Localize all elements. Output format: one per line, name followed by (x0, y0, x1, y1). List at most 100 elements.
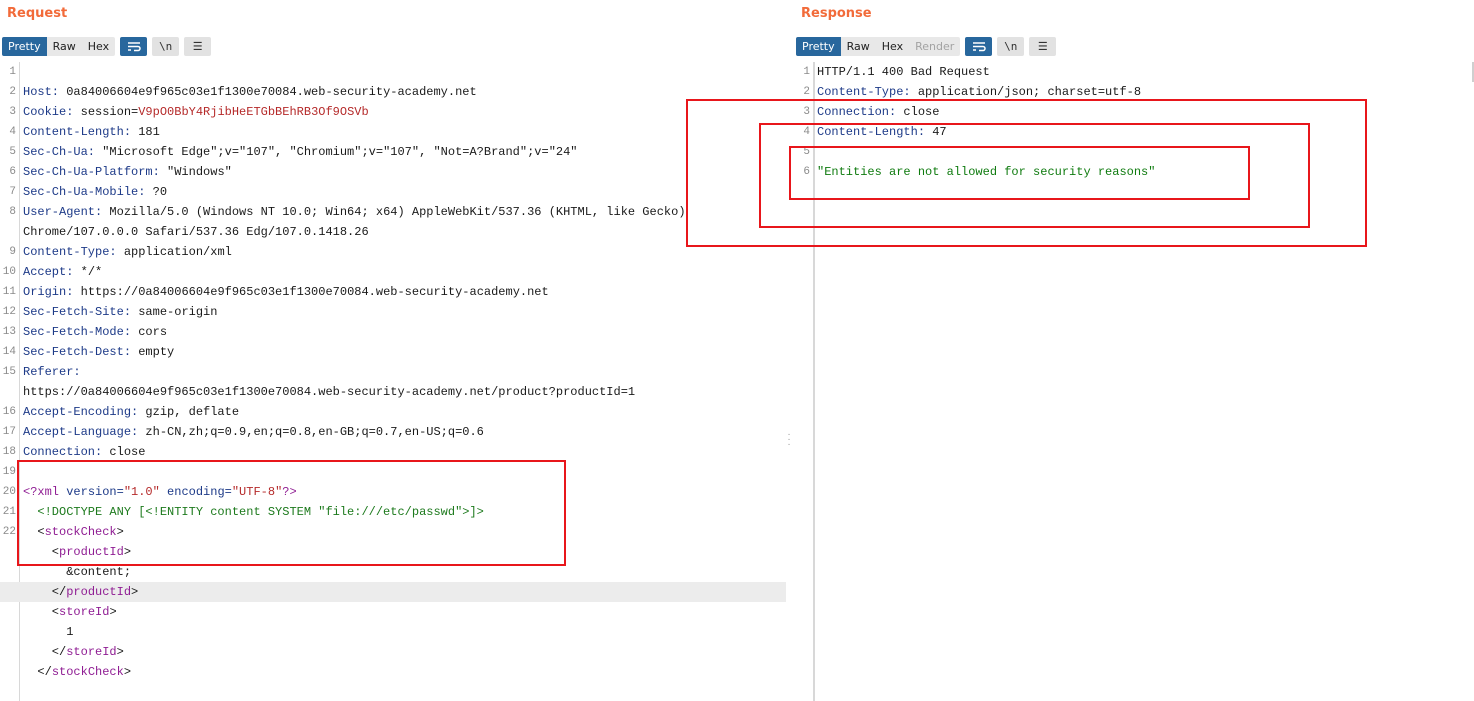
response-line: 3 Connection: close (794, 102, 1474, 122)
header-key: Sec-Ch-Ua-Platform: (23, 165, 160, 179)
line-number: 12 (2, 306, 16, 318)
request-editor[interactable]: 1 2 Host: 0a84006604e9f965c03e1f1300e70084… (0, 62, 786, 701)
xml-indent: < (23, 605, 60, 619)
header-value: close (102, 445, 146, 459)
request-line-text: Accept: */* (23, 262, 102, 282)
line-number: 19 (2, 466, 16, 478)
request-line: 8 User-Agent: Mozilla/5.0 (Windows NT 10.… (0, 202, 786, 222)
header-key: Sec-Ch-Ua: (23, 145, 96, 159)
request-line: </stockCheck> (0, 662, 786, 682)
header-value: session= (73, 105, 139, 119)
response-tab-hex[interactable]: Hex (876, 37, 909, 56)
line-number: 21 (2, 506, 16, 518)
header-key: Content-Length: (817, 125, 926, 139)
response-lines: 1 HTTP/1.1 400 Bad Request 2 Content-Type: … (794, 62, 1474, 182)
header-value: https://0a84006604e9f965c03e1f1300e70084… (73, 285, 549, 299)
request-line-text: Sec-Ch-Ua-Platform: "Windows" (23, 162, 232, 182)
request-line: 17 Accept-Language: zh-CN,zh;q=0.9,en;q=0… (0, 422, 786, 442)
header-key: Cookie: (23, 105, 74, 119)
line-number: 2 (9, 86, 16, 98)
request-line-text: </storeId> (23, 642, 124, 662)
line-number: 6 (9, 166, 16, 178)
line-number: 14 (2, 346, 16, 358)
header-key: Content-Type: (23, 245, 117, 259)
line-number: 18 (2, 446, 16, 458)
request-line: &content; (0, 562, 786, 582)
xml-tag-name: stockCheck (44, 525, 117, 539)
request-toolbar: Pretty Raw Hex \n ☰ (2, 36, 212, 56)
header-key: User-Agent: (23, 205, 103, 219)
xml-indent: </ (23, 585, 67, 599)
menu-icon[interactable]: ☰ (1029, 36, 1057, 56)
request-line: 10 Accept: */* (0, 262, 786, 282)
header-value: empty (131, 345, 175, 359)
header-key: Accept-Language: (23, 425, 139, 439)
header-key: Sec-Fetch-Dest: (23, 345, 132, 359)
header-value: application/xml (116, 245, 232, 259)
request-line: 18 Connection: close (0, 442, 786, 462)
xml-decl-open: <?xml (23, 485, 60, 499)
request-title: Request (7, 6, 68, 21)
header-key: Referer: (23, 365, 81, 379)
line-number: 1 (803, 66, 810, 78)
request-tab-raw[interactable]: Raw (47, 37, 82, 56)
newline-toggle-icon[interactable]: \n (152, 36, 180, 56)
newline-toggle-icon[interactable]: \n (997, 36, 1025, 56)
header-value: "Windows" (159, 165, 232, 179)
header-value: https://0a84006604e9f965c03e1f1300e70084… (23, 385, 636, 399)
xml-decl-close: ?> (282, 485, 297, 499)
response-line: 2 Content-Type: application/json; charset… (794, 82, 1474, 102)
request-line: 3 Cookie: session=V9pO0BbY4RjibHeETGbBEhR… (0, 102, 786, 122)
request-line: </productId> (0, 582, 786, 602)
request-line-text: https://0a84006604e9f965c03e1f1300e70084… (23, 382, 635, 402)
request-line-text: </stockCheck> (23, 662, 131, 682)
line-number: 10 (2, 266, 16, 278)
xml-doctype: <!DOCTYPE ANY [<!ENTITY content SYSTEM "… (23, 505, 484, 519)
request-line-text: <!DOCTYPE ANY [<!ENTITY content SYSTEM "… (23, 502, 484, 522)
xml-indent: </ (23, 645, 67, 659)
request-tab-pretty[interactable]: Pretty (2, 36, 47, 56)
xml-tag-name: storeId (59, 605, 110, 619)
pane-resize-handle[interactable]: · · · (786, 430, 792, 450)
request-lines: 1 2 Host: 0a84006604e9f965c03e1f1300e70084… (0, 62, 786, 682)
request-line-text: Sec-Fetch-Dest: empty (23, 342, 174, 362)
request-line: 15 Referer: (0, 362, 786, 382)
header-key: Sec-Fetch-Mode: (23, 325, 132, 339)
wrap-lines-glyph (127, 41, 141, 51)
response-tab-raw[interactable]: Raw (841, 37, 876, 56)
line-number: 16 (2, 406, 16, 418)
response-tab-pretty[interactable]: Pretty (796, 36, 841, 56)
header-value: 47 (925, 125, 947, 139)
response-line: 1 HTTP/1.1 400 Bad Request (794, 62, 1474, 82)
line-number: 6 (803, 166, 810, 178)
xml-bracket: > (131, 585, 139, 599)
response-line-text: Connection: close (817, 102, 939, 122)
request-line-text: <storeId> (23, 602, 117, 622)
request-tab-hex[interactable]: Hex (82, 37, 115, 56)
xml-bracket: > (109, 605, 117, 619)
request-line-text: 1 (23, 622, 73, 642)
header-key: Sec-Ch-Ua-Mobile: (23, 185, 146, 199)
header-key: Content-Length: (23, 125, 132, 139)
header-key: Host: (23, 85, 60, 99)
line-number: 4 (9, 126, 16, 138)
line-number: 17 (2, 426, 16, 438)
xml-indent: < (23, 525, 45, 539)
xml-indent: </ (23, 665, 52, 679)
request-line-text: Host: 0a84006604e9f965c03e1f1300e70084.w… (23, 82, 477, 102)
response-tab-render: Render (915, 39, 955, 53)
request-line-text: Content-Length: 181 (23, 122, 160, 142)
request-line-text: Accept-Encoding: gzip, deflate (23, 402, 239, 422)
menu-icon[interactable]: ☰ (184, 36, 212, 56)
line-number: 15 (2, 366, 16, 378)
request-line: 16 Accept-Encoding: gzip, deflate (0, 402, 786, 422)
wrap-lines-icon[interactable] (965, 36, 993, 56)
request-line: 14 Sec-Fetch-Dest: empty (0, 342, 786, 362)
wrap-lines-icon[interactable] (120, 36, 148, 56)
request-line: <storeId> (0, 602, 786, 622)
response-line: 4 Content-Length: 47 (794, 122, 1474, 142)
line-number: 1 (9, 66, 16, 78)
response-editor[interactable]: 1 HTTP/1.1 400 Bad Request 2 Content-Type: … (794, 62, 1474, 701)
xml-tag-name: productId (66, 585, 132, 599)
response-line-text: Content-Type: application/json; charset=… (817, 82, 1141, 102)
